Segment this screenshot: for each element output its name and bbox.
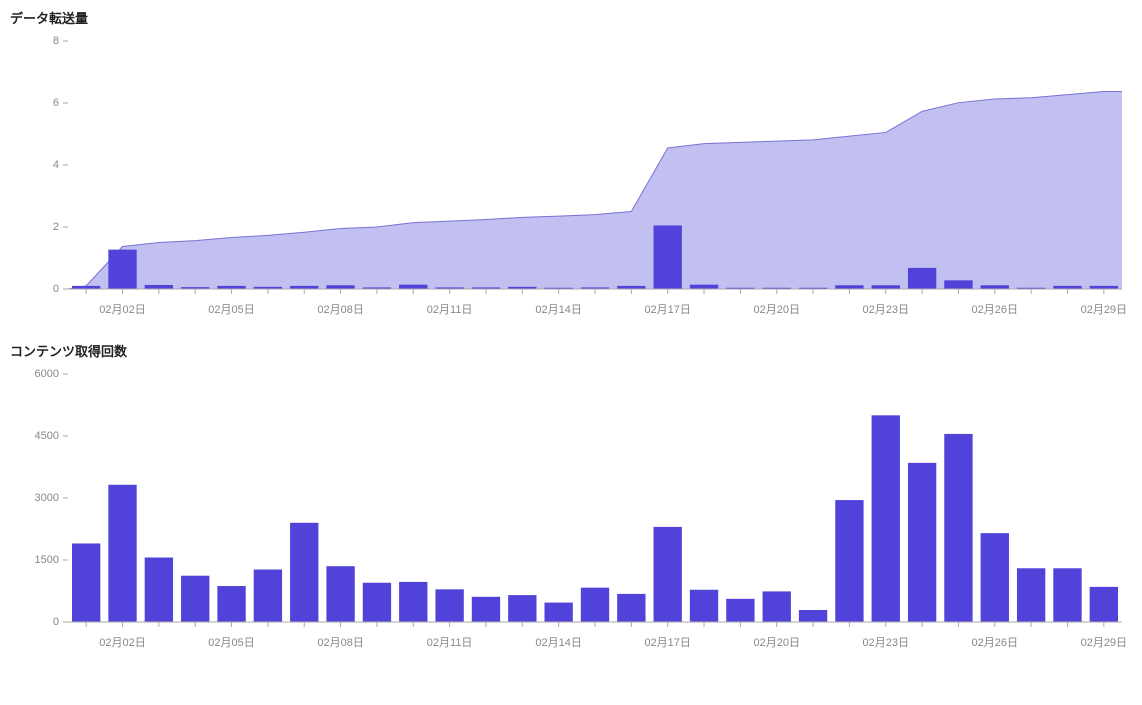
x-tick-label: 02月02日 [99, 637, 145, 649]
bar-count [1017, 568, 1045, 622]
x-tick-label: 02月23日 [863, 637, 909, 649]
y-tick-label: 4 [53, 159, 59, 171]
x-tick-label: 02月05日 [208, 637, 254, 649]
y-tick-label: 4500 [35, 430, 59, 442]
bar-daily [690, 285, 718, 289]
y-tick-label: 6000 [35, 368, 59, 380]
charts-root: データ転送量 0 2 4 6 8 02月02日 02月05日 02月08日 02月11日 02月14… [8, 8, 1134, 650]
x-tick-label: 02月17日 [644, 637, 690, 649]
bar-count [472, 597, 500, 622]
bar-count [72, 543, 100, 622]
x-tick-label: 02月02日 [99, 304, 145, 316]
bar-count [581, 588, 609, 622]
x-tick-label: 02月17日 [644, 304, 690, 316]
y-tick-label: 2 [53, 221, 59, 233]
x-tick-label: 02月29日 [1081, 304, 1127, 316]
x-axis: 02月02日 02月05日 02月08日 02月11日 02月14日 02月17日 02月2… [68, 289, 1127, 316]
chart-frame: 0 2 4 6 8 02月02日 02月05日 02月08日 02月11日 02月14日 02月17… [10, 33, 1130, 317]
bar-count [508, 595, 536, 622]
bar-daily [326, 285, 354, 289]
bar-daily [399, 285, 427, 289]
y-tick-label: 0 [53, 283, 59, 295]
bar-count [217, 586, 245, 622]
bar-daily [908, 268, 936, 289]
chart-svg-requests: 0 1500 3000 4500 6000 02月02日 02月05日 02月08日 02月11… [10, 366, 1130, 650]
bar-daily [654, 225, 682, 289]
bar-daily [872, 285, 900, 289]
y-tick-label: 6 [53, 97, 59, 109]
x-tick-label: 02月11日 [427, 637, 473, 649]
y-tick-label: 8 [53, 35, 59, 47]
y-tick-label: 1500 [35, 554, 59, 566]
bar-count [726, 599, 754, 622]
area-cumulative [68, 92, 1122, 289]
x-tick-label: 02月08日 [317, 637, 363, 649]
chart-title: コンテンツ取得回数 [10, 341, 1134, 360]
bar-count [690, 590, 718, 622]
bar-count [617, 594, 645, 622]
x-tick-label: 02月26日 [972, 637, 1018, 649]
bar-count [326, 566, 354, 622]
x-tick-label: 02月08日 [317, 304, 363, 316]
bar-count [399, 582, 427, 622]
x-tick-label: 02月20日 [753, 304, 799, 316]
bar-count [363, 583, 391, 622]
chart-title: データ転送量 [10, 8, 1134, 27]
bar-count [654, 527, 682, 622]
x-tick-label: 02月23日 [863, 304, 909, 316]
bar-count [908, 463, 936, 622]
x-tick-label: 02月20日 [753, 637, 799, 649]
x-tick-label: 02月05日 [208, 304, 254, 316]
bar-count [835, 500, 863, 622]
bar-count [108, 485, 136, 622]
y-tick-label: 0 [53, 616, 59, 628]
bar-count [1090, 587, 1118, 622]
y-axis: 0 1500 3000 4500 6000 [35, 368, 68, 628]
y-tick-label: 3000 [35, 492, 59, 504]
bar-daily [108, 250, 136, 289]
bar-daily [835, 285, 863, 289]
x-tick-label: 02月14日 [535, 304, 581, 316]
x-axis: 02月02日 02月05日 02月08日 02月11日 02月14日 02月17日 02月2… [68, 622, 1127, 649]
chart-frame: 0 1500 3000 4500 6000 02月02日 02月05日 02月08日 02月11… [10, 366, 1130, 650]
bar-count [763, 591, 791, 622]
bar-daily [145, 285, 173, 289]
bar-count [981, 533, 1009, 622]
chart-block-transfer: データ転送量 0 2 4 6 8 02月02日 02月05日 02月08日 02月11日 02月14… [8, 8, 1134, 317]
bar-daily [944, 280, 972, 289]
chart-block-requests: コンテンツ取得回数0150030004500600002月02日02月05日02… [8, 341, 1134, 650]
bar-daily [981, 285, 1009, 289]
bar-count [944, 434, 972, 622]
bar-count [435, 589, 463, 622]
bar-count [1053, 568, 1081, 622]
x-tick-label: 02月11日 [427, 304, 473, 316]
bar-count [799, 610, 827, 622]
bar-count [145, 558, 173, 622]
bar-count [254, 570, 282, 622]
x-tick-label: 02月26日 [972, 304, 1018, 316]
bar-count [544, 603, 572, 622]
x-tick-label: 02月14日 [535, 637, 581, 649]
bar-count [872, 415, 900, 622]
bar-count [181, 576, 209, 622]
chart-svg-transfer: 0 2 4 6 8 02月02日 02月05日 02月08日 02月11日 02月14日 02月17… [10, 33, 1130, 317]
y-axis: 0 2 4 6 8 [53, 35, 68, 295]
x-tick-label: 02月29日 [1081, 637, 1127, 649]
bar-count [290, 523, 318, 622]
